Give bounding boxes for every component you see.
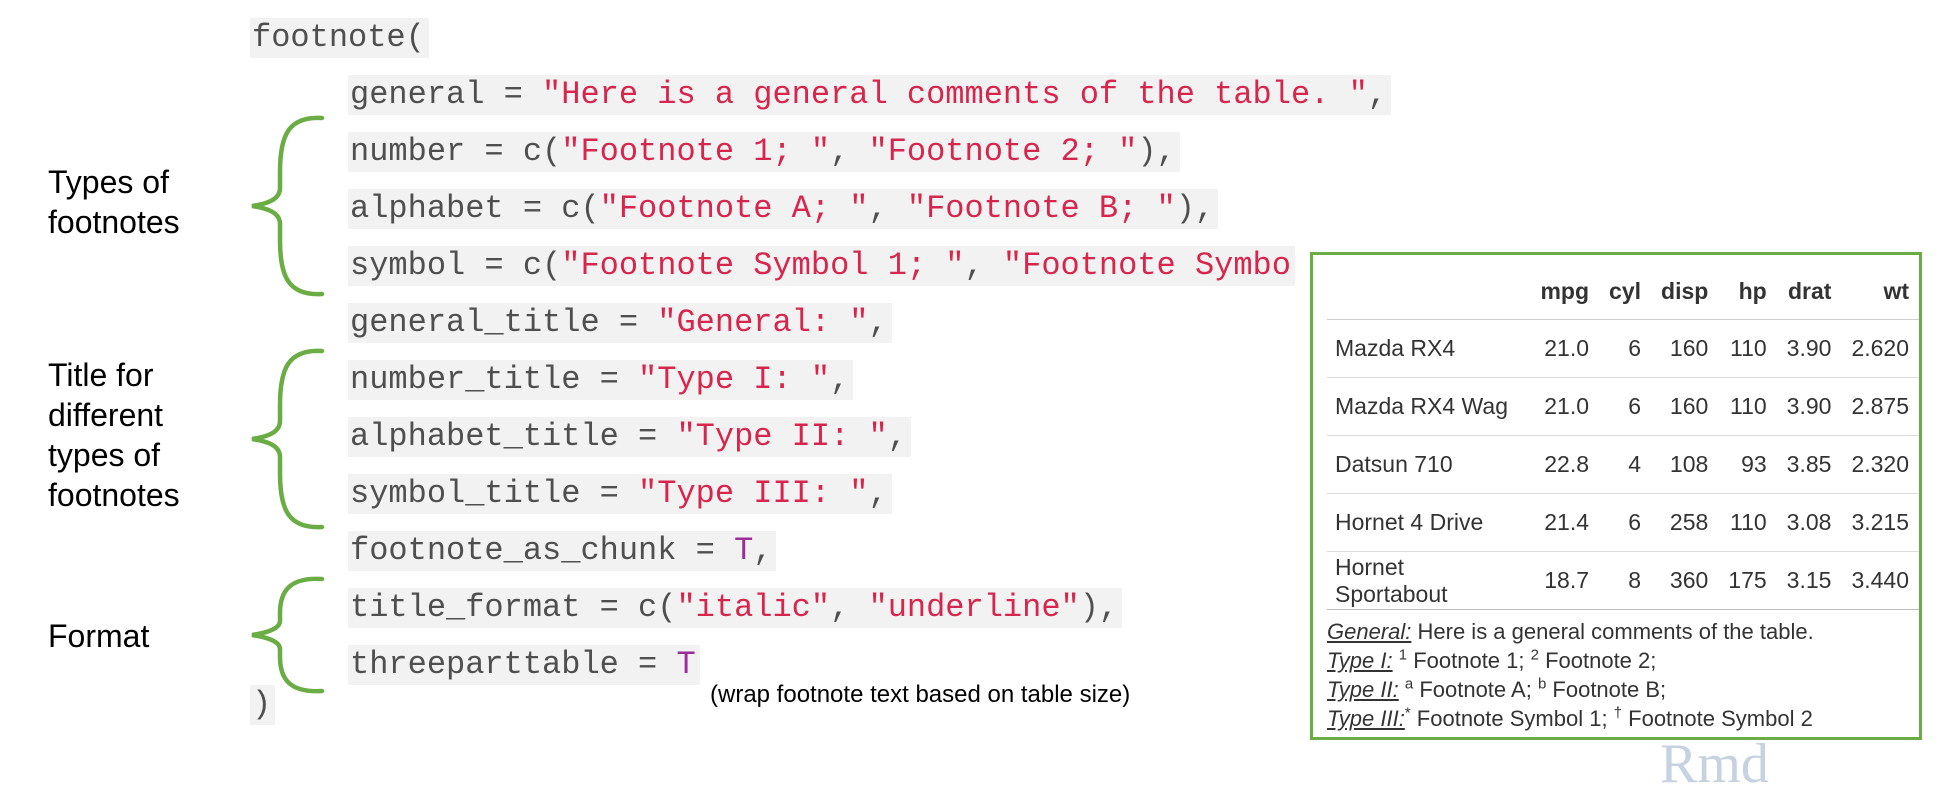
footnote-type3: Type III:* Footnote Symbol 1; † Footnote… bbox=[1327, 704, 1814, 733]
footnote-marker: 2 bbox=[1530, 646, 1539, 664]
label-format: Format bbox=[48, 616, 149, 656]
label-format-text: Format bbox=[48, 618, 150, 654]
header-hp: hp bbox=[1718, 263, 1777, 320]
cell-cyl: 4 bbox=[1599, 435, 1652, 494]
label-title-line2: different bbox=[48, 397, 164, 433]
cropped-watermark-logo: Rmd bbox=[1660, 733, 1769, 795]
cell-cyl: 6 bbox=[1599, 493, 1652, 552]
code-line-number-title: number_title = "Type I: ", bbox=[348, 360, 854, 400]
cell-wt: 3.215 bbox=[1841, 493, 1919, 552]
header-cyl: cyl bbox=[1599, 263, 1652, 320]
cell-cyl: 8 bbox=[1599, 551, 1652, 610]
cell-disp: 160 bbox=[1651, 319, 1719, 378]
footnote-text: Footnote Symbol 1; bbox=[1410, 706, 1614, 731]
footnote-marker: a bbox=[1404, 675, 1414, 693]
label-title-for-types: Title for different types of footnotes bbox=[48, 355, 180, 515]
footnote-type3-title: Type III: bbox=[1327, 706, 1405, 731]
footnote-text: Footnote B; bbox=[1546, 677, 1667, 702]
footnote-text: Footnote 1; bbox=[1407, 648, 1531, 673]
table-row: Hornet 4 Drive 21.4 6 258 110 3.08 3.215 bbox=[1327, 493, 1919, 552]
cell-wt: 2.320 bbox=[1841, 435, 1919, 494]
footnote-general-text: Here is a general comments of the table. bbox=[1411, 619, 1814, 644]
cell-hp: 110 bbox=[1718, 377, 1777, 436]
curly-brace-format bbox=[251, 576, 325, 694]
table-row: Hornet Sportabout 18.7 8 360 175 3.15 3.… bbox=[1327, 551, 1919, 610]
label-title-line4: footnotes bbox=[48, 477, 180, 513]
cell-disp: 258 bbox=[1651, 493, 1719, 552]
code-line-general-title: general_title = "General: ", bbox=[348, 303, 892, 343]
code-line-alphabet: alphabet = c("Footnote A; ", "Footnote B… bbox=[348, 189, 1219, 229]
code-line-threeparttable: threeparttable = T bbox=[348, 645, 700, 685]
footnote-marker: † bbox=[1613, 704, 1623, 722]
cell-car: Hornet Sportabout bbox=[1327, 551, 1531, 610]
footnote-general: General: Here is a general comments of t… bbox=[1327, 617, 1814, 646]
code-line-footnote-open: footnote( bbox=[250, 18, 429, 58]
footnote-type1-title: Type I: bbox=[1327, 648, 1393, 673]
cell-disp: 360 bbox=[1651, 551, 1719, 610]
rendered-table-panel: mpg cyl disp hp drat wt Mazda RX4 21.0 6… bbox=[1310, 252, 1922, 740]
cell-mpg: 21.4 bbox=[1530, 493, 1600, 552]
cell-car: Hornet 4 Drive bbox=[1327, 493, 1531, 552]
table-row: Mazda RX4 21.0 6 160 110 3.90 2.620 bbox=[1327, 319, 1919, 378]
footnote-text: Footnote A; bbox=[1413, 677, 1538, 702]
cell-mpg: 22.8 bbox=[1530, 435, 1600, 494]
code-line-footnote-as-chunk: footnote_as_chunk = T, bbox=[348, 531, 777, 571]
cell-drat: 3.90 bbox=[1776, 377, 1842, 436]
label-title-line1: Title for bbox=[48, 357, 154, 393]
cell-hp: 110 bbox=[1718, 493, 1777, 552]
label-types-line2: footnotes bbox=[48, 204, 180, 240]
footnote-marker: 1 bbox=[1398, 646, 1408, 664]
footnote-text: Footnote 2; bbox=[1538, 648, 1657, 673]
table-header-row: mpg cyl disp hp drat wt bbox=[1327, 263, 1919, 320]
cell-drat: 3.08 bbox=[1776, 493, 1842, 552]
label-types-line1: Types of bbox=[48, 164, 169, 200]
label-title-line3: types of bbox=[48, 437, 161, 473]
mtcars-table: mpg cyl disp hp drat wt Mazda RX4 21.0 6… bbox=[1327, 263, 1919, 610]
cell-disp: 108 bbox=[1651, 435, 1719, 494]
cell-wt: 3.440 bbox=[1841, 551, 1919, 610]
cell-hp: 93 bbox=[1718, 435, 1777, 494]
curly-brace-titles bbox=[251, 348, 325, 530]
code-line-general: general = "Here is a general comments of… bbox=[348, 75, 1391, 115]
wrap-note: (wrap footnote text based on table size) bbox=[710, 681, 1131, 708]
cell-car: Datsun 710 bbox=[1327, 435, 1531, 494]
cell-car: Mazda RX4 bbox=[1327, 319, 1531, 378]
code-line-number: number = c("Footnote 1; ", "Footnote 2; … bbox=[348, 132, 1180, 172]
cell-cyl: 6 bbox=[1599, 319, 1652, 378]
table-row: Mazda RX4 Wag 21.0 6 160 110 3.90 2.875 bbox=[1327, 377, 1919, 436]
cell-mpg: 21.0 bbox=[1530, 319, 1600, 378]
label-types-of-footnotes: Types of footnotes bbox=[48, 162, 180, 242]
cell-mpg: 21.0 bbox=[1530, 377, 1600, 436]
footnote-type2-title: Type II: bbox=[1327, 677, 1399, 702]
footnote-text: Footnote Symbol 2 bbox=[1622, 706, 1813, 731]
cell-hp: 175 bbox=[1718, 551, 1777, 610]
curly-brace-types bbox=[251, 115, 325, 297]
header-drat: drat bbox=[1776, 263, 1842, 320]
cell-wt: 2.875 bbox=[1841, 377, 1919, 436]
table-row: Datsun 710 22.8 4 108 93 3.85 2.320 bbox=[1327, 435, 1919, 494]
cell-cyl: 6 bbox=[1599, 377, 1652, 436]
footnote-type2: Type II: a Footnote A; b Footnote B; bbox=[1327, 675, 1814, 704]
cell-drat: 3.85 bbox=[1776, 435, 1842, 494]
footnote-general-title: General: bbox=[1327, 619, 1412, 644]
cell-wt: 2.620 bbox=[1841, 319, 1919, 378]
code-line-alphabet-title: alphabet_title = "Type II: ", bbox=[348, 417, 911, 457]
cell-drat: 3.90 bbox=[1776, 319, 1842, 378]
cell-drat: 3.15 bbox=[1776, 551, 1842, 610]
header-mpg: mpg bbox=[1530, 263, 1600, 320]
table-footnotes: General: Here is a general comments of t… bbox=[1327, 617, 1814, 733]
code-line-title-format: title_format = c("italic", "underline"), bbox=[348, 588, 1123, 628]
code-line-symbol: symbol = c("Footnote Symbol 1; ", "Footn… bbox=[348, 246, 1295, 286]
header-rowname bbox=[1327, 263, 1531, 320]
cell-disp: 160 bbox=[1651, 377, 1719, 436]
header-disp: disp bbox=[1651, 263, 1719, 320]
cell-mpg: 18.7 bbox=[1530, 551, 1600, 610]
cell-hp: 110 bbox=[1718, 319, 1777, 378]
header-wt: wt bbox=[1841, 263, 1919, 320]
code-line-symbol-title: symbol_title = "Type III: ", bbox=[348, 474, 892, 514]
footnote-type1: Type I: 1 Footnote 1; 2 Footnote 2; bbox=[1327, 646, 1814, 675]
cell-car: Mazda RX4 Wag bbox=[1327, 377, 1531, 436]
